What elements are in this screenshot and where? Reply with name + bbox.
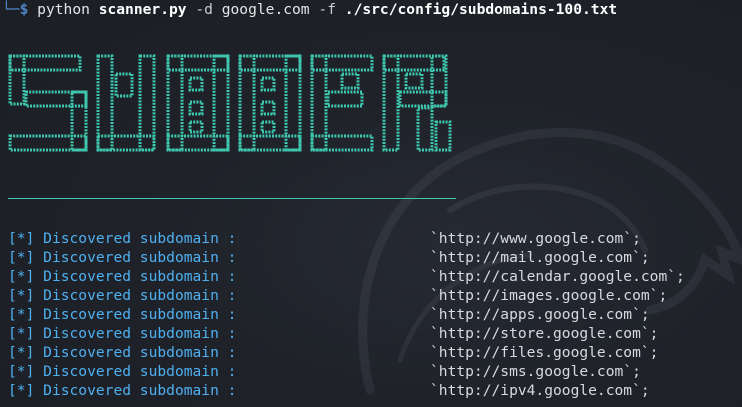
banner-letter-b-part	[166, 54, 230, 72]
command-wordlist: ./src/config/subdomains-100.txt	[344, 1, 618, 18]
info-marker: [*]	[8, 306, 35, 323]
banner-letter-e-part	[310, 134, 374, 152]
subdomain-url[interactable]: `http://calendar.google.com`;	[430, 267, 685, 286]
prompt-corner: └─	[2, 1, 20, 18]
banner-letter-s-part	[24, 90, 88, 108]
info-marker: [*]	[8, 268, 35, 285]
result-message: Discovered subdomain :	[43, 363, 237, 380]
info-marker: [*]	[8, 230, 35, 247]
result-row: [*] Discovered subdomain : `http://store.…	[8, 324, 658, 343]
banner-letter-s-part	[8, 54, 82, 72]
command-file-flag: -f	[318, 1, 336, 18]
banner-letter-e-part	[310, 54, 374, 72]
banner-letter-r-part	[398, 90, 448, 108]
banner-letter-b-part	[188, 100, 204, 116]
result-row: [*] Discovered subdomain : `http://mail.g…	[8, 248, 650, 267]
banner-letter-r-part	[382, 54, 446, 72]
result-row: [*] Discovered subdomain : `http://calend…	[8, 267, 685, 286]
result-message: Discovered subdomain :	[43, 268, 237, 285]
subdomain-url[interactable]: `http://files.google.com`;	[430, 343, 658, 362]
result-message: Discovered subdomain :	[43, 230, 237, 247]
banner-letter-b-part	[238, 54, 302, 72]
subdomain-url[interactable]: `http://mail.google.com`;	[430, 248, 650, 267]
banner-letter-r-part	[404, 72, 424, 90]
terminal-window[interactable]: └─$ python scanner.py -d google.com -f .…	[0, 0, 742, 407]
banner-letter-b-part	[260, 100, 276, 116]
result-message: Discovered subdomain :	[43, 325, 237, 342]
subdomain-url[interactable]: `http://ipv4.google.com`;	[430, 381, 650, 400]
scan-results-list: [*] Discovered subdomain : `http://www.go…	[8, 229, 685, 400]
ascii-banner-logo	[8, 54, 452, 152]
command-domain-flag: -d	[195, 1, 213, 18]
banner-letter-u-part	[114, 72, 134, 98]
result-row: [*] Discovered subdomain : `http://files.…	[8, 343, 658, 362]
command-domain: google.com	[221, 1, 310, 18]
banner-letter-s-part	[70, 90, 88, 152]
banner-letter-r-part	[416, 106, 434, 152]
info-marker: [*]	[8, 287, 35, 304]
command-program: python	[37, 1, 90, 18]
banner-letter-b-part	[166, 134, 230, 152]
result-message: Discovered subdomain :	[43, 306, 237, 323]
banner-letter-b-part	[260, 76, 276, 92]
subdomain-url[interactable]: `http://sms.google.com`;	[430, 362, 641, 381]
command-script: scanner.py	[98, 1, 187, 18]
info-marker: [*]	[8, 344, 35, 361]
banner-letter-b-part	[188, 120, 204, 134]
subdomain-url[interactable]: `http://www.google.com`;	[430, 229, 641, 248]
banner-letter-e-part	[326, 90, 364, 108]
info-marker: [*]	[8, 382, 35, 399]
result-message: Discovered subdomain :	[43, 382, 237, 399]
banner-letter-b-part	[260, 120, 276, 134]
banner-letter-s-part	[8, 54, 26, 106]
result-row: [*] Discovered subdomain : `http://sms.go…	[8, 362, 641, 381]
result-row: [*] Discovered subdomain : `http://images…	[8, 286, 667, 305]
result-message: Discovered subdomain :	[43, 287, 237, 304]
command-prompt: └─$ python scanner.py -d google.com -f .…	[2, 0, 617, 20]
info-marker: [*]	[8, 249, 35, 266]
prompt-symbol: $	[19, 1, 29, 18]
result-row: [*] Discovered subdomain : `http://www.go…	[8, 229, 641, 248]
subdomain-url[interactable]: `http://store.google.com`;	[430, 324, 658, 343]
info-marker: [*]	[8, 363, 35, 380]
banner-letter-u-part	[96, 134, 156, 152]
banner-letter-r-part	[434, 120, 452, 152]
result-message: Discovered subdomain :	[43, 344, 237, 361]
banner-letter-s-part	[8, 134, 88, 152]
result-row: [*] Discovered subdomain : `http://ipv4.g…	[8, 381, 650, 400]
result-message: Discovered subdomain :	[43, 249, 237, 266]
subdomain-url[interactable]: `http://images.google.com`;	[430, 286, 667, 305]
banner-divider	[8, 198, 456, 199]
banner-letter-b-part	[238, 134, 302, 152]
banner-letter-b-part	[188, 76, 204, 92]
result-row: [*] Discovered subdomain : `http://apps.g…	[8, 305, 650, 324]
subdomain-url[interactable]: `http://apps.google.com`;	[430, 305, 650, 324]
banner-letter-e-part	[340, 72, 360, 90]
info-marker: [*]	[8, 325, 35, 342]
